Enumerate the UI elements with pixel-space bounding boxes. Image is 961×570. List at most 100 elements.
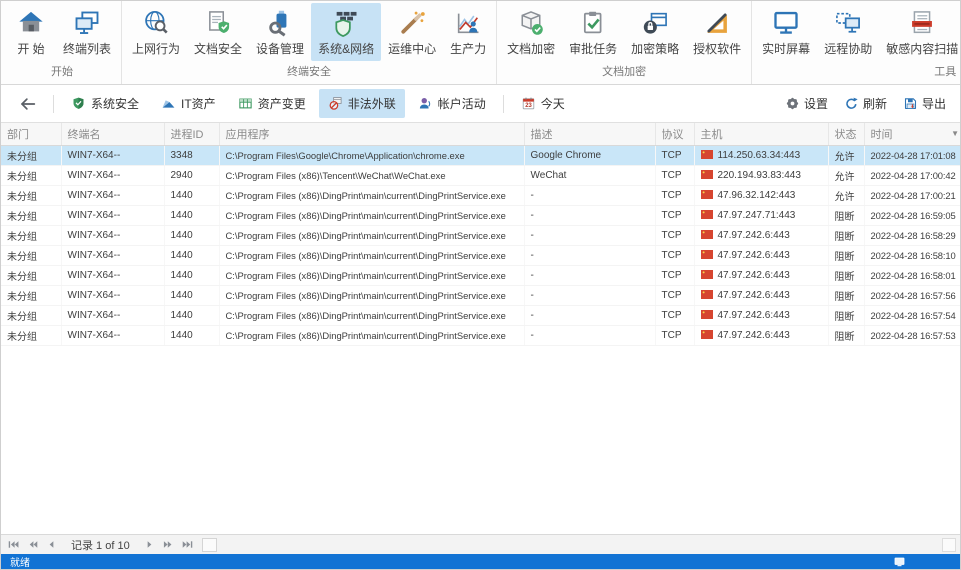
cell-terminal-name: WIN7-X64--	[61, 285, 164, 305]
ribbon-group: 文档加密审批任务加密策略授权软件文档加密	[497, 1, 752, 84]
cell-terminal-name: WIN7-X64--	[61, 305, 164, 325]
next-button[interactable]	[141, 537, 158, 552]
ribbon-button-content-scan[interactable]: 敏感内容扫描	[879, 3, 961, 61]
ribbon-button-label: 文档安全	[194, 40, 242, 57]
column-header-2[interactable]: 进程ID	[164, 123, 219, 145]
ribbon-button-ops-center[interactable]: 运维中心	[381, 3, 443, 61]
tab-asset-change[interactable]: 资产变更	[229, 89, 315, 118]
app-window: 开 始终端列表开始上网行为文档安全设备管理系统&网络运维中心生产力终端安全文档加…	[0, 0, 961, 570]
cell-host: 47.97.242.6:443	[694, 305, 828, 325]
ribbon-button-productivity[interactable]: 生产力	[443, 3, 493, 61]
prev-button[interactable]	[43, 537, 60, 552]
column-header-5[interactable]: 协议	[655, 123, 694, 145]
table-row[interactable]: 未分组WIN7-X64--1440C:\Program Files (x86)\…	[1, 325, 960, 345]
last-page-icon	[182, 539, 193, 550]
cell-terminal-name: WIN7-X64--	[61, 145, 164, 165]
cell-description: -	[524, 325, 655, 345]
cell-department: 未分组	[1, 145, 61, 165]
tab-it-asset[interactable]: IT资产	[152, 89, 225, 118]
ribbon-button-remote-assist[interactable]: 远程协助	[817, 3, 879, 61]
tab-system-security[interactable]: 系统安全	[62, 89, 148, 118]
cell-protocol: TCP	[655, 145, 694, 165]
ribbon-button-device-manage[interactable]: 设备管理	[249, 3, 311, 61]
ribbon-button-label: 运维中心	[388, 40, 436, 57]
prev-icon	[46, 539, 57, 550]
cell-status: 允许	[828, 165, 864, 185]
column-header-1[interactable]: 终端名	[61, 123, 164, 145]
cell-description: -	[524, 285, 655, 305]
tab-label: 帐户活动	[438, 95, 486, 112]
export-button[interactable]: 导出	[899, 91, 950, 116]
ribbon-group: 开 始 终端列表开始	[3, 1, 122, 84]
column-header-3[interactable]: 应用程序	[219, 123, 524, 145]
table-row[interactable]: 未分组WIN7-X64--1440C:\Program Files (x86)\…	[1, 245, 960, 265]
svg-text:23: 23	[525, 103, 532, 109]
ribbon-button-realtime-screen[interactable]: 实时屏幕	[755, 3, 817, 61]
cell-protocol: TCP	[655, 225, 694, 245]
cell-process-id: 1440	[164, 185, 219, 205]
back-button[interactable]	[11, 91, 45, 117]
cell-terminal-name: WIN7-X64--	[61, 225, 164, 245]
refresh-button[interactable]: 刷新	[840, 91, 891, 116]
subbar-actions: 设置 刷新 导出	[781, 91, 950, 116]
prev-fast-button[interactable]	[24, 537, 41, 552]
date-filter-button[interactable]: 23 今天	[512, 89, 574, 118]
ops-center-icon	[398, 9, 426, 37]
ribbon-button-label: 审批任务	[569, 40, 617, 57]
ribbon-button-terminal-list[interactable]: 终端列表	[56, 3, 118, 61]
ribbon-button-system-network[interactable]: 系统&网络	[311, 3, 381, 61]
cell-department: 未分组	[1, 205, 61, 225]
sub-toolbar: 系统安全IT资产资产变更非法外联 帐户活动 23 今天 设置 刷新 导出	[1, 85, 960, 123]
cell-application-path: C:\Program Files (x86)\DingPrint\main\cu…	[219, 205, 524, 225]
ribbon-button-label: 系统&网络	[318, 40, 374, 57]
table-row[interactable]: 未分组WIN7-X64--1440C:\Program Files (x86)\…	[1, 185, 960, 205]
ribbon-button-encrypt-policy[interactable]: 加密策略	[624, 3, 686, 61]
table-row[interactable]: 未分组WIN7-X64--3348C:\Program Files\Google…	[1, 145, 960, 165]
settings-gear-button[interactable]: 设置	[781, 91, 832, 116]
ribbon-button-label: 终端列表	[63, 40, 111, 57]
column-header-6[interactable]: 主机	[694, 123, 828, 145]
connections-table: 部门终端名进程ID应用程序描述协议主机状态时间▼ 未分组WIN7-X64--33…	[1, 123, 960, 346]
column-header-4[interactable]: 描述	[524, 123, 655, 145]
cell-process-id: 1440	[164, 305, 219, 325]
ribbon-button-approval-task[interactable]: 审批任务	[562, 3, 624, 61]
tab-illegal-connect[interactable]: 非法外联	[319, 89, 405, 118]
flag-icon	[701, 190, 713, 199]
table-row[interactable]: 未分组WIN7-X64--1440C:\Program Files (x86)\…	[1, 305, 960, 325]
ribbon-button-web-behavior[interactable]: 上网行为	[125, 3, 187, 61]
next-fast-button[interactable]	[160, 537, 177, 552]
account-activity-icon	[418, 96, 433, 111]
table-row[interactable]: 未分组WIN7-X64--1440C:\Program Files (x86)\…	[1, 225, 960, 245]
action-label: 导出	[922, 95, 946, 112]
tab-account-activity[interactable]: 帐户活动	[409, 89, 495, 118]
column-header-0[interactable]: 部门	[1, 123, 61, 145]
status-text: 就绪	[10, 554, 30, 569]
table-row[interactable]: 未分组WIN7-X64--2940C:\Program Files (x86)\…	[1, 165, 960, 185]
ribbon-button-license-software[interactable]: 授权软件	[686, 3, 748, 61]
ribbon-group-label: 文档加密	[500, 61, 748, 84]
cell-time: 2022-04-28 16:59:05	[864, 205, 960, 225]
ribbon-button-home[interactable]: 开 始	[6, 3, 56, 61]
action-label: 刷新	[863, 95, 887, 112]
table-row[interactable]: 未分组WIN7-X64--1440C:\Program Files (x86)\…	[1, 205, 960, 225]
terminal-list-icon	[73, 9, 101, 37]
ribbon-group-items: 开 始 终端列表	[6, 3, 118, 61]
column-header-8[interactable]: 时间▼	[864, 123, 960, 145]
settings-gear-icon	[785, 96, 800, 111]
ribbon-group-label: 开始	[6, 61, 118, 84]
last-page-button[interactable]	[179, 537, 196, 552]
table-row[interactable]: 未分组WIN7-X64--1440C:\Program Files (x86)\…	[1, 265, 960, 285]
cell-application-path: C:\Program Files (x86)\DingPrint\main\cu…	[219, 185, 524, 205]
first-page-button[interactable]	[5, 537, 22, 552]
column-header-7[interactable]: 状态	[828, 123, 864, 145]
content-scan-icon	[908, 9, 936, 37]
ribbon-group-items: 实时屏幕远程协助敏感内容扫描库&模板报表中心更多...	[755, 3, 961, 61]
cell-status: 阻断	[828, 285, 864, 305]
table-row[interactable]: 未分组WIN7-X64--1440C:\Program Files (x86)\…	[1, 285, 960, 305]
cell-time: 2022-04-28 17:00:42	[864, 165, 960, 185]
ribbon-button-doc-security[interactable]: 文档安全	[187, 3, 249, 61]
ribbon-button-label: 开 始	[17, 40, 44, 57]
ribbon-button-doc-encrypt[interactable]: 文档加密	[500, 3, 562, 61]
filter-dropdown-icon[interactable]: ▼	[951, 130, 959, 138]
ribbon-group: 实时屏幕远程协助敏感内容扫描库&模板报表中心更多...工具	[752, 1, 961, 84]
